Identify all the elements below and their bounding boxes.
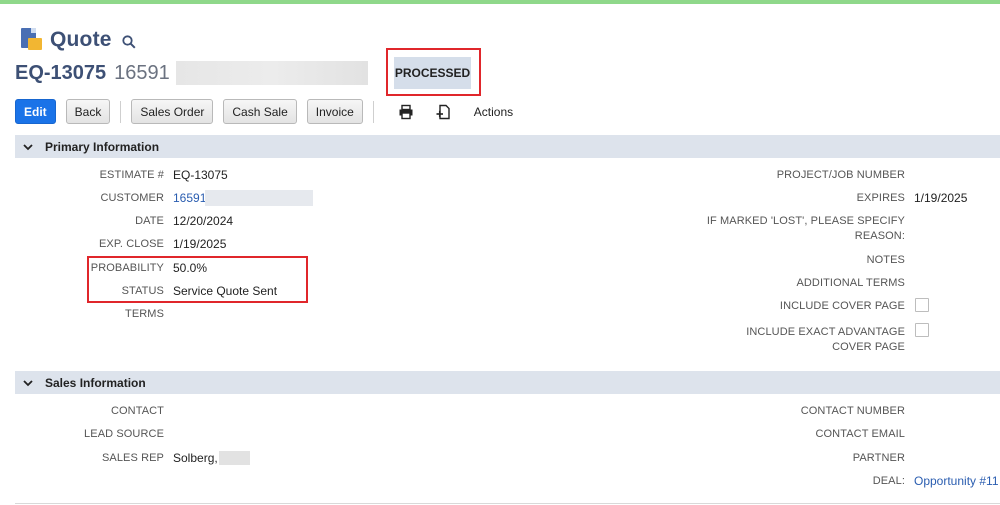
record-number: 16591 (114, 61, 170, 84)
section-title: Sales Information (45, 375, 146, 390)
page-title: Quote (50, 28, 112, 51)
include-exact-cover-label: INCLUDE EXACT ADVANTAGE COVER PAGE (746, 326, 905, 353)
deal-label: DEAL: (872, 475, 905, 487)
record-id: EQ-13075 (15, 61, 107, 84)
sales-order-button[interactable]: Sales Order (131, 99, 214, 124)
sales-information-header[interactable]: Sales Information (15, 371, 1000, 394)
toolbar-divider (120, 100, 122, 123)
include-exact-cover-checkbox[interactable] (915, 323, 929, 337)
redacted-sales-rep (219, 451, 250, 465)
exp-close-value: 1/19/2025 (173, 237, 227, 251)
date-value: 12/20/2024 (173, 214, 234, 228)
contact-label: CONTACT (110, 405, 164, 417)
include-cover-page-label: INCLUDE COVER PAGE (779, 300, 905, 312)
contact-number-label: CONTACT NUMBER (800, 405, 905, 417)
probability-status-highlight (87, 256, 308, 303)
cash-sale-button[interactable]: Cash Sale (223, 99, 297, 124)
redacted-customer-name (205, 190, 313, 206)
top-accent-bar (0, 0, 1000, 4)
toolbar: Edit Back Sales Order Cash Sale Invoice … (15, 99, 513, 124)
exp-close-label: EXP. CLOSE (99, 238, 164, 250)
partner-label: PARTNER (852, 452, 905, 464)
include-cover-page-checkbox[interactable] (915, 298, 929, 312)
contact-email-label: CONTACT EMAIL (815, 428, 905, 440)
sales-rep-label: SALES REP (101, 452, 164, 464)
expires-value: 1/19/2025 (914, 191, 968, 205)
additional-terms-label: ADDITIONAL TERMS (796, 277, 905, 289)
project-job-number-label: PROJECT/JOB NUMBER (776, 169, 905, 181)
notes-label: NOTES (866, 254, 905, 266)
chevron-down-icon (23, 379, 33, 386)
section-divider (15, 503, 1000, 504)
edit-button[interactable]: Edit (15, 99, 56, 124)
quote-record-icon (18, 27, 44, 53)
deal-link[interactable]: Opportunity #11 (914, 474, 999, 488)
sales-rep-value: Solberg, (173, 451, 218, 465)
terms-label: TERMS (125, 308, 164, 320)
estimate-label: ESTIMATE # (99, 169, 164, 181)
search-icon[interactable] (122, 35, 136, 49)
redacted-name (175, 61, 368, 85)
back-button[interactable]: Back (65, 99, 111, 124)
toolbar-divider (372, 100, 374, 123)
expires-label: EXPIRES (856, 192, 905, 204)
record-heading: EQ-13075 16591 (15, 60, 368, 86)
chevron-down-icon (23, 143, 33, 150)
estimate-value: EQ-13075 (173, 168, 228, 182)
lost-reason-label: IF MARKED 'LOST', PLEASE SPECIFY REASON: (706, 215, 905, 242)
section-title: Primary Information (45, 139, 160, 154)
lead-source-label: LEAD SOURCE (84, 428, 164, 440)
customer-label: CUSTOMER (100, 192, 164, 204)
invoice-button[interactable]: Invoice (306, 99, 363, 124)
print-icon[interactable] (396, 102, 416, 122)
actions-menu[interactable]: Actions (474, 105, 513, 119)
primary-information-header[interactable]: Primary Information (15, 135, 1000, 158)
customer-link[interactable]: 16591 (173, 191, 206, 205)
status-badge: PROCESSED (394, 57, 471, 89)
new-document-icon[interactable] (434, 102, 454, 122)
date-label: DATE (135, 215, 164, 227)
page-title-row: Quote (18, 27, 136, 53)
